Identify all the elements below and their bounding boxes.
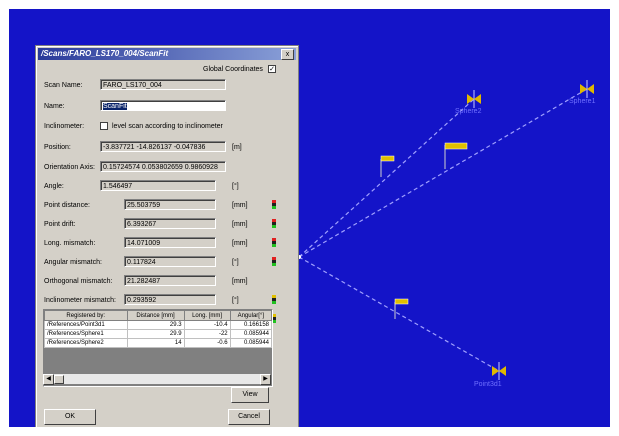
scan-flag-icon xyxy=(380,155,395,177)
scan-name-field: FARO_LS170_004 xyxy=(100,79,226,90)
scrollbar-thumb[interactable] xyxy=(54,375,64,384)
position-unit: [m] xyxy=(232,144,242,151)
registration-table-grid: Registered by: Distance [mm] Long. [mm] … xyxy=(44,310,273,348)
status-light-icon xyxy=(272,238,276,247)
level-scan-checkbox[interactable] xyxy=(100,122,108,130)
cell-registered-by: /References/Sphere2 xyxy=(44,338,128,348)
orientation-axis-field: 0.15724574 0.053802659 0.9860928 xyxy=(100,161,226,172)
inclinometer-mismatch-label: Inclinometer mismatch: xyxy=(44,297,116,304)
name-input[interactable]: ScanFit xyxy=(100,100,226,111)
long-mismatch-label: Long. mismatch: xyxy=(44,240,96,247)
point-target-icon xyxy=(492,362,506,380)
name-label: Name: xyxy=(44,103,65,110)
link-line-1 xyxy=(298,98,475,258)
scan-flag-icon xyxy=(444,142,468,169)
title-bar[interactable]: /Scans/FARO_LS170_004/ScanFit x xyxy=(38,48,296,60)
sphere-target-icon xyxy=(467,90,481,108)
cell-long: -0.6 xyxy=(183,338,231,348)
cell-angular: 0.085944 xyxy=(229,329,273,339)
position-label: Position: xyxy=(44,144,71,151)
global-coordinates-label: Global Coordinates xyxy=(203,66,263,73)
column-header-long[interactable]: Long. [mm] xyxy=(183,310,231,321)
level-scan-option-label: level scan according to inclinometer xyxy=(112,123,223,130)
table-row[interactable]: /References/Point3d1 29.3 -10.4 0.166158 xyxy=(44,320,273,330)
close-button[interactable]: x xyxy=(281,49,294,60)
sphere2-label: Sphere2 xyxy=(455,108,482,115)
status-light-icon xyxy=(272,295,276,304)
orthogonal-mismatch-unit: [mm] xyxy=(232,278,248,285)
long-mismatch-unit: [mm] xyxy=(232,240,248,247)
cell-registered-by: /References/Sphere1 xyxy=(44,329,128,339)
cell-long: -22 xyxy=(183,329,231,339)
cell-registered-by: /References/Point3d1 xyxy=(44,320,128,330)
global-coordinates-checkbox[interactable]: ✓ xyxy=(268,65,276,73)
table-horizontal-scrollbar[interactable]: ◀ ▶ xyxy=(43,373,271,385)
name-input-value: ScanFit xyxy=(103,103,127,110)
3d-view[interactable]: Sphere2 Sphere1 Point3d1 /Scans/FARO_LS1… xyxy=(9,9,610,427)
scroll-right-icon[interactable]: ▶ xyxy=(260,374,271,385)
orthogonal-mismatch-field: 21.282487 xyxy=(124,275,216,286)
column-header-distance[interactable]: Distance [mm] xyxy=(126,310,185,321)
table-row[interactable]: /References/Sphere1 29.9 -22 0.085944 xyxy=(44,329,273,339)
scroll-left-icon[interactable]: ◀ xyxy=(43,374,54,385)
position-field: -3.837721 -14.826137 -0.047836 xyxy=(100,141,226,152)
cell-angular: 0.085944 xyxy=(229,338,273,348)
ok-button[interactable]: OK xyxy=(44,409,96,425)
long-mismatch-field: 14.071009 xyxy=(124,237,216,248)
orthogonal-mismatch-label: Orthogonal mismatch: xyxy=(44,278,113,285)
point-distance-unit: [mm] xyxy=(232,202,248,209)
table-header-row: Registered by: Distance [mm] Long. [mm] … xyxy=(44,310,273,321)
sphere-target-icon xyxy=(580,80,594,98)
view-button[interactable]: View xyxy=(231,387,269,403)
point-drift-field: 6.393267 xyxy=(124,218,216,229)
status-light-icon xyxy=(272,200,276,209)
inclinometer-mismatch-field: 0.293592 xyxy=(124,294,216,305)
cell-distance: 14 xyxy=(126,338,185,348)
point-distance-label: Point distance: xyxy=(44,202,90,209)
status-light-icon xyxy=(272,219,276,228)
cell-angular: 0.166158 xyxy=(229,320,273,330)
dialog-title: /Scans/FARO_LS170_004/ScanFit xyxy=(41,49,169,58)
angular-mismatch-field: 0.117824 xyxy=(124,256,216,267)
cell-distance: 29.9 xyxy=(126,329,185,339)
cancel-button[interactable]: Cancel xyxy=(228,409,270,425)
point3d1-label: Point3d1 xyxy=(474,381,502,388)
angle-unit: [°] xyxy=(232,183,239,190)
column-header-angular[interactable]: Angular[°] xyxy=(229,310,273,321)
cell-distance: 29.3 xyxy=(126,320,185,330)
angular-mismatch-label: Angular mismatch: xyxy=(44,259,102,266)
scanfit-dialog: /Scans/FARO_LS170_004/ScanFit x Global C… xyxy=(35,45,299,427)
link-line-3 xyxy=(298,256,500,372)
orientation-axis-label: Orientation Axis: xyxy=(44,164,95,171)
column-header-registered-by[interactable]: Registered by: xyxy=(44,310,128,321)
scan-name-label: Scan Name: xyxy=(44,82,83,89)
angle-field: 1.546497 xyxy=(100,180,216,191)
cell-long: -10.4 xyxy=(183,320,231,330)
point-distance-field: 25.503759 xyxy=(124,199,216,210)
point-drift-unit: [mm] xyxy=(232,221,248,228)
scan-flag-icon xyxy=(394,298,409,319)
link-line-2 xyxy=(298,88,588,258)
table-row[interactable]: /References/Sphere2 14 -0.6 0.085944 xyxy=(44,338,273,348)
angle-label: Angle: xyxy=(44,183,64,190)
angular-mismatch-unit: [°] xyxy=(232,259,239,266)
sphere1-label: Sphere1 xyxy=(569,98,596,105)
inclinometer-mismatch-unit: [°] xyxy=(232,297,239,304)
status-light-icon xyxy=(272,257,276,266)
inclinometer-label: Inclinometer: xyxy=(44,123,85,130)
point-drift-label: Point drift: xyxy=(44,221,76,228)
